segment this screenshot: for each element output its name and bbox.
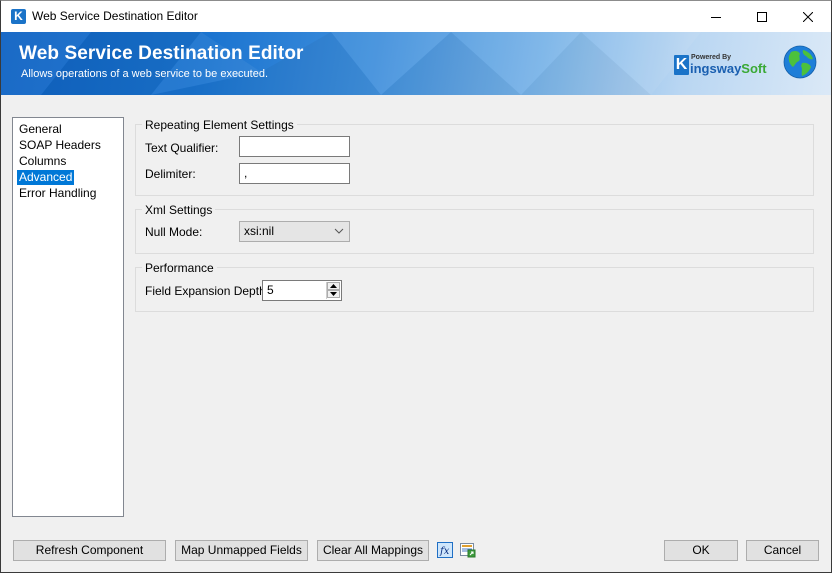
cancel-button[interactable]: Cancel [746,540,819,561]
close-button[interactable] [785,1,831,32]
nav-item-general[interactable]: General [17,122,64,137]
chevron-down-icon [334,228,344,234]
null-mode-label: Null Mode: [145,225,203,239]
logo-kingsway-text: ingsway [690,61,742,76]
delimiter-label: Delimiter: [145,167,196,181]
repeating-element-settings-label: Repeating Element Settings [142,118,297,132]
map-unmapped-fields-button[interactable]: Map Unmapped Fields [175,540,308,561]
editor-window: K Web Service Destination Editor Web Ser… [0,0,832,573]
close-icon [803,11,813,22]
refresh-component-button[interactable]: Refresh Component [13,540,166,561]
page-navigation-list[interactable]: General SOAP Headers Columns Advanced Er… [12,117,124,517]
window-title: Web Service Destination Editor [32,9,198,23]
minimize-icon [711,16,721,18]
nav-item-error-handling[interactable]: Error Handling [17,186,98,201]
expression-fx-icon: fx [437,542,453,558]
title-bar[interactable]: K Web Service Destination Editor [1,1,831,32]
spin-down-button[interactable] [327,290,340,298]
performance-label: Performance [142,261,217,275]
field-expansion-depth-label: Field Expansion Depth: [145,284,270,298]
xml-settings-group: Xml Settings [135,203,814,254]
spinner-buttons [326,282,340,299]
xml-settings-label: Xml Settings [142,203,216,217]
null-mode-value: xsi:nil [244,224,275,238]
maximize-icon [757,11,767,22]
spin-up-button[interactable] [327,282,340,290]
field-expansion-depth-spinner[interactable]: 5 [262,280,342,301]
logo-wordmark: ingswaySoft [690,61,767,76]
mapping-export-icon [460,543,476,558]
minimize-button[interactable] [693,1,739,32]
banner-title: Web Service Destination Editor [19,43,304,64]
nav-item-soap-headers[interactable]: SOAP Headers [17,138,103,153]
arrow-up-icon [330,284,337,288]
logo-k-mark: K [674,55,689,75]
svg-text:fx: fx [439,546,450,557]
null-mode-select[interactable]: xsi:nil [239,221,350,242]
clear-all-mappings-button[interactable]: Clear All Mappings [317,540,429,561]
banner-subtitle: Allows operations of a web service to be… [21,68,269,80]
kingswaysoft-logo: K Powered By ingswaySoft [674,54,767,78]
repeating-element-settings-group: Repeating Element Settings [135,118,814,196]
ok-button[interactable]: OK [664,540,738,561]
nav-item-advanced[interactable]: Advanced [17,170,75,185]
delimiter-input[interactable]: , [239,163,350,184]
export-mappings-button[interactable] [460,542,476,558]
arrow-down-icon [330,292,337,296]
field-expansion-depth-value: 5 [267,283,274,297]
logo-powered-by: Powered By [691,54,732,61]
maximize-button[interactable] [739,1,785,32]
text-qualifier-label: Text Qualifier: [145,141,219,155]
logo-soft-text: Soft [741,61,767,76]
expression-button[interactable]: fx [437,542,453,558]
globe-icon [783,45,817,79]
text-qualifier-input[interactable] [239,136,350,157]
header-banner: Web Service Destination Editor Allows op… [1,32,831,95]
kingswaysoft-app-icon: K [11,9,26,24]
nav-item-columns[interactable]: Columns [17,154,68,169]
